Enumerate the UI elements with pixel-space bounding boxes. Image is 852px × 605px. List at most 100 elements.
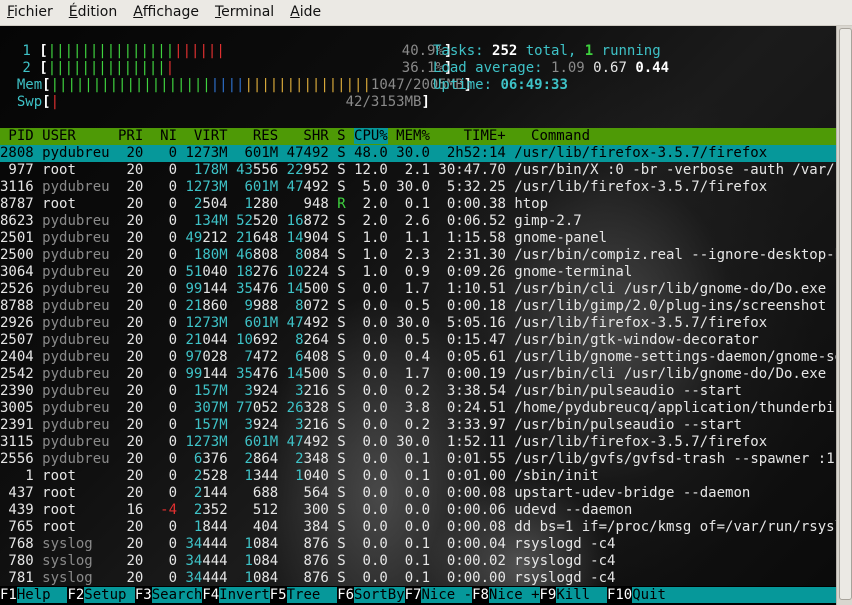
pid-cell: 3005 [0,400,43,416]
process-row[interactable]: 2500 pydubreu 20 0 180M 46808 8084 S 1.0… [0,247,836,264]
state-cell: S [337,468,346,484]
num-thousands: 7 [244,349,253,365]
num-mega: 601M [244,315,279,331]
ni-cell: 0 [151,162,178,178]
virt-cell: 2528 [193,468,228,484]
process-row[interactable]: 2501 pydubreu 20 0 49212 21648 14904 S 1… [0,230,836,247]
command-cell: /usr/bin/gtk-window-decorator [514,332,759,348]
pid-cell: 3115 [0,434,43,450]
res-cell: 512 [236,502,279,518]
pri-cell: 20 [118,162,152,178]
process-row[interactable]: 977 root 20 0 178M 43556 22952 S 12.0 2.… [0,162,836,179]
process-row[interactable]: 780 syslog 20 0 34444 1084 876 S 0.0 0.1… [0,553,836,570]
fkey-f6[interactable]: F6SortBy [337,587,405,603]
fkey-f4[interactable]: F4Invert [202,587,270,603]
state-cell: S [337,502,346,518]
process-row[interactable]: 2391 pydubreu 20 0 157M 3924 3216 S 0.0 … [0,417,836,434]
fkey-f10[interactable]: F10Quit [607,587,666,603]
menu-2[interactable]: Affichage [126,0,208,25]
process-row[interactable]: 2556 pydubreu 20 0 6376 2864 2348 S 0.0 … [0,451,836,468]
fkey-f2[interactable]: F2Setup [67,587,135,603]
terminal-area[interactable]: 1 [||||||||||||||||||||| 40.9%] 2 [|||||… [0,26,836,605]
menu-4[interactable]: Aide [283,0,330,25]
user-cell: syslog [42,536,119,552]
process-row[interactable]: 439 root 16 -4 2352 512 300 S 0.0 0.0 0:… [0,502,836,519]
ni-cell: 0 [151,264,178,280]
fkey-f5[interactable]: F5Tree [269,587,338,603]
process-row[interactable]: 2507 pydubreu 20 0 21044 10692 8264 S 0.… [0,332,836,349]
cpu-cell: 1.0 [345,247,397,263]
num-thousands: 34 [185,536,203,552]
fkey-f8[interactable]: F8Nice + [472,587,540,603]
process-row[interactable]: 781 syslog 20 0 34444 1084 876 S 0.0 0.1… [0,570,836,587]
user-cell: pydubreu [42,332,119,348]
process-row[interactable]: 8787 root 20 0 2504 1280 948 R 2.0 0.1 0… [0,196,836,213]
process-row[interactable]: 2542 pydubreu 20 0 99144 35476 14500 S 0… [0,366,836,383]
time-cell: 0:00.19 [438,366,515,382]
process-row[interactable]: 765 root 20 0 1844 404 384 S 0.0 0.0 0:0… [0,519,836,536]
cpu-cell: 0.0 [345,281,397,297]
scrollbar-thumb[interactable] [839,28,852,600]
ni-cell: -4 [151,502,178,518]
menu-1[interactable]: Édition [62,0,126,25]
cpu-cell: 0.0 [345,468,397,484]
command-cell: /usr/bin/cli /usr/lib/gnome-do/Do.exe [514,366,827,382]
menu-0[interactable]: Fichier [0,0,62,25]
state-cell: S [337,366,346,382]
fkey-number: F5 [269,587,287,603]
process-row[interactable]: 437 root 20 0 2144 688 564 S 0.0 0.0 0:0… [0,485,836,502]
user-cell: root [42,468,119,484]
state-cell: S [337,519,346,535]
shr-cell: 47492 [286,434,329,450]
num-thousands: 3 [295,383,304,399]
virt-cell: 1844 [193,519,228,535]
process-row[interactable]: 2926 pydubreu 20 0 1273M 601M 47492 S 0.… [0,315,836,332]
pid-cell: 3116 [0,179,43,195]
virt-cell: 21044 [185,332,228,348]
shr-cell: 300 [286,502,329,518]
menu-3[interactable]: Terminal [208,0,283,25]
process-row[interactable]: 1 root 20 0 2528 1344 1040 S 0.0 0.1 0:0… [0,468,836,485]
process-row[interactable]: 768 syslog 20 0 34444 1084 876 S 0.0 0.1… [0,536,836,553]
fkey-f9[interactable]: F9Kill [540,587,607,603]
cpu-cell: 0.0 [345,315,397,331]
mem-cell: 0.9 [396,264,439,280]
num-thousands: 2 [295,451,304,467]
process-row[interactable]: 3116 pydubreu 20 0 1273M 601M 47492 S 5.… [0,179,836,196]
fkey-f3[interactable]: F3Search [135,587,203,603]
fkey-f7[interactable]: F7Nice - [405,587,473,603]
process-row[interactable]: 2390 pydubreu 20 0 157M 3924 3216 S 0.0 … [0,383,836,400]
virt-cell: 307M [185,400,228,416]
pri-cell: 20 [118,536,152,552]
process-row[interactable]: 8788 pydubreu 20 0 21860 9988 8072 S 0.0… [0,298,836,315]
fkey-f1[interactable]: F1Help [0,587,68,603]
pri-cell: 20 [118,553,152,569]
num-thousands: 1 [193,519,203,535]
command-cell: /usr/lib/firefox-3.5.7/firefox [514,145,768,161]
user-cell: pydubreu [42,264,119,280]
pid-cell: 765 [0,519,43,535]
res-cell: 18276 [236,264,279,280]
process-row[interactable]: 2404 pydubreu 20 0 97028 7472 6408 S 0.0… [0,349,836,366]
pri-cell: 20 [118,451,152,467]
process-row[interactable]: 8623 pydubreu 20 0 134M 52520 16872 S 2.… [0,213,836,230]
terminal-scrollbar[interactable] [836,26,852,605]
shr-cell: 16872 [286,213,329,229]
ni-cell: 0 [151,213,178,229]
cpu-cell: 2.0 [345,213,397,229]
pid-cell: 2404 [0,349,43,365]
fkey-label: Setup [84,587,135,603]
time-cell: 5:32.25 [438,179,515,195]
pid-cell: 2507 [0,332,43,348]
process-row[interactable]: 3005 pydubreu 20 0 307M 77052 26328 S 0.… [0,400,836,417]
menu-bar: Fichier Édition Affichage Terminal Aide [0,0,852,26]
time-cell: 0:00.06 [438,502,515,518]
state-cell: S [337,383,346,399]
num-mega: 180M [193,247,228,263]
shr-cell: 8264 [295,332,329,348]
process-row[interactable]: 2526 pydubreu 20 0 99144 35476 14500 S 0… [0,281,836,298]
process-row[interactable]: 3115 pydubreu 20 0 1273M 601M 47492 S 0.… [0,434,836,451]
process-row[interactable]: 2808 pydubreu 20 0 1273M 601M 47492 S 48… [0,145,836,162]
user-cell: pydubreu [42,366,119,382]
process-row[interactable]: 3064 pydubreu 20 0 51040 18276 10224 S 1… [0,264,836,281]
